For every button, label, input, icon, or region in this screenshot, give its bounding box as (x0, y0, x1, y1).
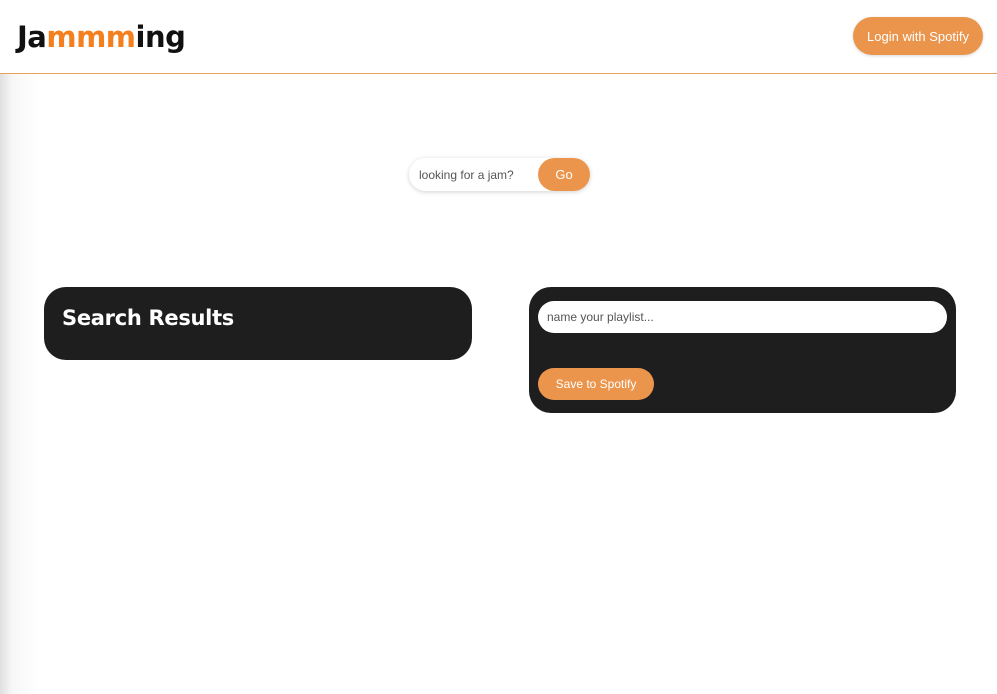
logo-part-3: ing (135, 20, 186, 54)
app-logo: Jammming (17, 19, 186, 55)
login-with-spotify-button[interactable]: Login with Spotify (853, 17, 983, 55)
search-results-panel: Search Results (44, 287, 472, 360)
logo-part-2-accent: mmm (46, 20, 136, 54)
left-edge-shadow (0, 74, 40, 694)
app-page: Jammming Login with Spotify Go Search Re… (0, 0, 997, 694)
playlist-name-input[interactable] (538, 301, 947, 333)
logo-part-1: Ja (17, 20, 47, 54)
search-input[interactable] (409, 158, 537, 191)
app-header: Jammming Login with Spotify (0, 0, 997, 74)
search-results-title: Search Results (62, 306, 235, 330)
save-to-spotify-button[interactable]: Save to Spotify (538, 368, 654, 400)
go-button[interactable]: Go (538, 158, 590, 191)
search-bar: Go (409, 158, 590, 191)
playlist-panel: Save to Spotify (529, 287, 956, 413)
